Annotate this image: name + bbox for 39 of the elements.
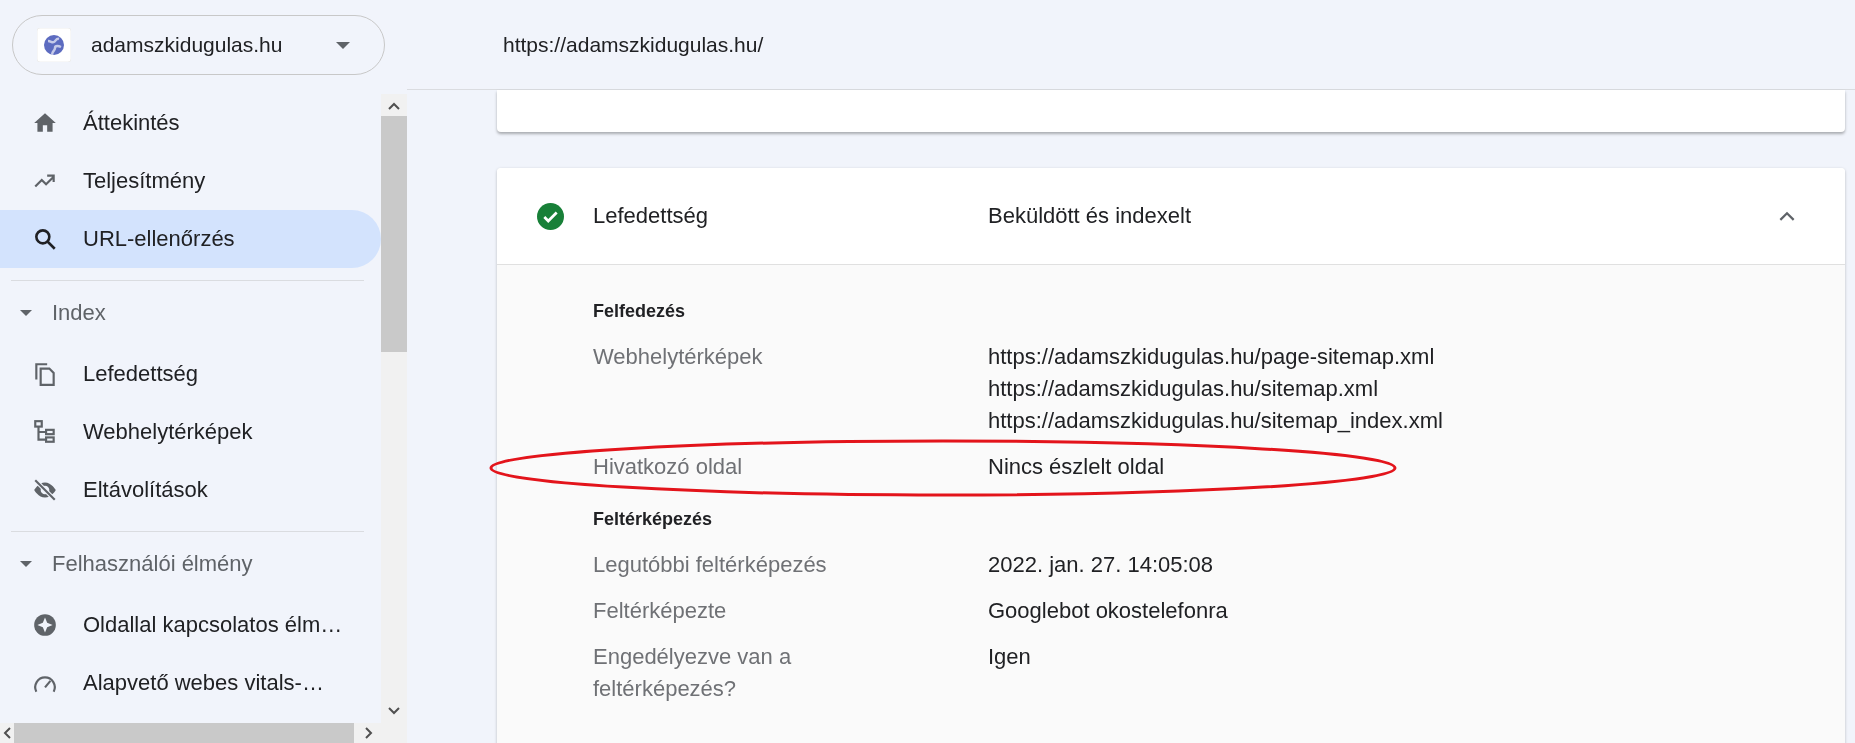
field-label: Legutóbbi feltérképezés — [593, 551, 828, 579]
property-name: adamszkidugulas.hu — [91, 33, 284, 57]
section-heading: Feltérképezés — [593, 508, 714, 531]
field-value: Googlebot okostelefonra — [988, 597, 1228, 625]
field-value: Igen — [988, 643, 1031, 671]
field-label: Hivatkozó oldal — [593, 453, 744, 481]
nav-section-header[interactable]: Index — [0, 281, 381, 345]
globe-icon — [37, 28, 71, 62]
copy-pages-icon — [32, 361, 58, 387]
nav-item[interactable]: Webhelytérképek — [0, 403, 381, 461]
nav-item[interactable]: Alapvető webes vitals-… — [0, 654, 381, 712]
section-heading: Felfedezés — [593, 300, 687, 323]
field-label: Feltérképezte — [593, 597, 728, 625]
star-badge-icon — [32, 612, 58, 638]
crossed-eye-icon — [32, 477, 58, 503]
vertical-scrollbar[interactable] — [381, 94, 407, 723]
card-title: Lefedettség — [593, 203, 709, 229]
nav-item[interactable]: Lefedettség — [0, 345, 381, 403]
field-label: Webhelytérképek — [593, 343, 764, 371]
nav-item[interactable]: Eltávolítások — [0, 461, 381, 519]
horizontal-scrollbar[interactable] — [0, 723, 407, 743]
sitemap-icon — [32, 419, 58, 445]
nav-item[interactable]: Áttekintés — [0, 94, 381, 152]
inspected-url: https://adamszkidugulas.hu/ — [503, 32, 764, 57]
coverage-status: Beküldött és indexelt — [988, 203, 1193, 229]
search-icon — [32, 226, 58, 252]
field-value: https://adamszkidugulas.hu/sitemap.xml — [988, 375, 1380, 403]
nav-item[interactable]: URL-ellenőrzés — [0, 210, 381, 268]
coverage-card-header[interactable]: Lefedettség Beküldött és indexelt — [497, 168, 1845, 265]
nav-section-header[interactable]: Felhasználói élmény — [0, 532, 381, 596]
collapse-chevron-icon[interactable] — [1779, 211, 1795, 221]
field-label: Engedélyezve van a feltérképezés? — [593, 643, 793, 703]
dropdown-caret-icon — [336, 41, 350, 49]
nav-item[interactable]: Oldallal kapcsolatos élm… — [0, 596, 381, 654]
nav-item[interactable]: Teljesítmény — [0, 152, 381, 210]
field-value: 2022. jan. 27. 14:05:08 — [988, 551, 1214, 579]
field-value: https://adamszkidugulas.hu/sitemap_index.xml — [988, 407, 1443, 435]
field-value: Nincs észlelt oldal — [988, 453, 1165, 481]
field-value: https://adamszkidugulas.hu/page-sitemap.xml — [988, 343, 1436, 371]
